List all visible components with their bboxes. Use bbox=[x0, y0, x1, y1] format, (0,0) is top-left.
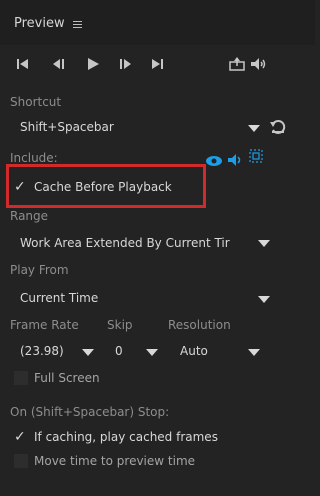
range-label: Range bbox=[10, 209, 49, 223]
shortcut-dropdown-icon[interactable] bbox=[248, 125, 260, 132]
skip-dropdown-icon[interactable] bbox=[146, 349, 158, 356]
preview-panel: Preview Shortcut Shift+Spacebar Include:… bbox=[0, 0, 315, 496]
play-from-dropdown-icon[interactable] bbox=[258, 296, 270, 303]
frame-rate-value[interactable]: (23.98) bbox=[20, 344, 64, 358]
resolution-value[interactable]: Auto bbox=[180, 344, 208, 358]
skip-label: Skip bbox=[107, 318, 133, 332]
frame-rate-dropdown-icon[interactable] bbox=[82, 349, 94, 356]
move-time-label: Move time to preview time bbox=[34, 454, 196, 468]
if-caching-checkbox[interactable]: ✓ bbox=[14, 430, 26, 444]
shortcut-value[interactable]: Shift+Spacebar bbox=[20, 120, 114, 134]
resolution-dropdown-icon[interactable] bbox=[248, 349, 260, 356]
step-back-icon[interactable] bbox=[50, 55, 68, 73]
resolution-label: Resolution bbox=[168, 318, 231, 332]
full-screen-label: Full Screen bbox=[34, 371, 100, 385]
if-caching-label: If caching, play cached frames bbox=[34, 430, 218, 444]
export-icon[interactable] bbox=[228, 55, 246, 73]
reset-icon[interactable] bbox=[269, 118, 287, 136]
shortcut-label: Shortcut bbox=[10, 95, 62, 109]
panel-menu-icon[interactable] bbox=[73, 21, 82, 29]
move-time-checkbox[interactable] bbox=[14, 454, 28, 468]
video-eye-icon[interactable] bbox=[205, 152, 223, 171]
audio-icon[interactable] bbox=[250, 55, 268, 73]
go-to-end-icon[interactable] bbox=[148, 55, 166, 73]
frame-rate-label: Frame Rate bbox=[10, 318, 79, 332]
include-label: Include: bbox=[10, 151, 58, 165]
range-value[interactable]: Work Area Extended By Current Tir bbox=[20, 236, 230, 250]
range-dropdown-icon[interactable] bbox=[258, 240, 270, 247]
stop-options-label: On (Shift+Spacebar) Stop: bbox=[10, 405, 170, 419]
play-from-value[interactable]: Current Time bbox=[20, 291, 98, 305]
play-from-label: Play From bbox=[10, 263, 69, 277]
skip-value[interactable]: 0 bbox=[115, 344, 123, 358]
overlay-grid-icon[interactable] bbox=[248, 148, 264, 168]
play-icon[interactable] bbox=[84, 55, 102, 73]
audio-speaker-icon[interactable] bbox=[227, 152, 243, 171]
cache-checkbox-label: Cache Before Playback bbox=[34, 180, 172, 194]
cache-checkbox[interactable]: ✓ bbox=[14, 180, 26, 194]
full-screen-checkbox[interactable] bbox=[14, 371, 28, 385]
step-forward-icon[interactable] bbox=[116, 55, 134, 73]
panel-title: Preview bbox=[14, 16, 65, 31]
go-to-start-icon[interactable] bbox=[14, 55, 32, 73]
panel-header: Preview bbox=[0, 0, 315, 45]
